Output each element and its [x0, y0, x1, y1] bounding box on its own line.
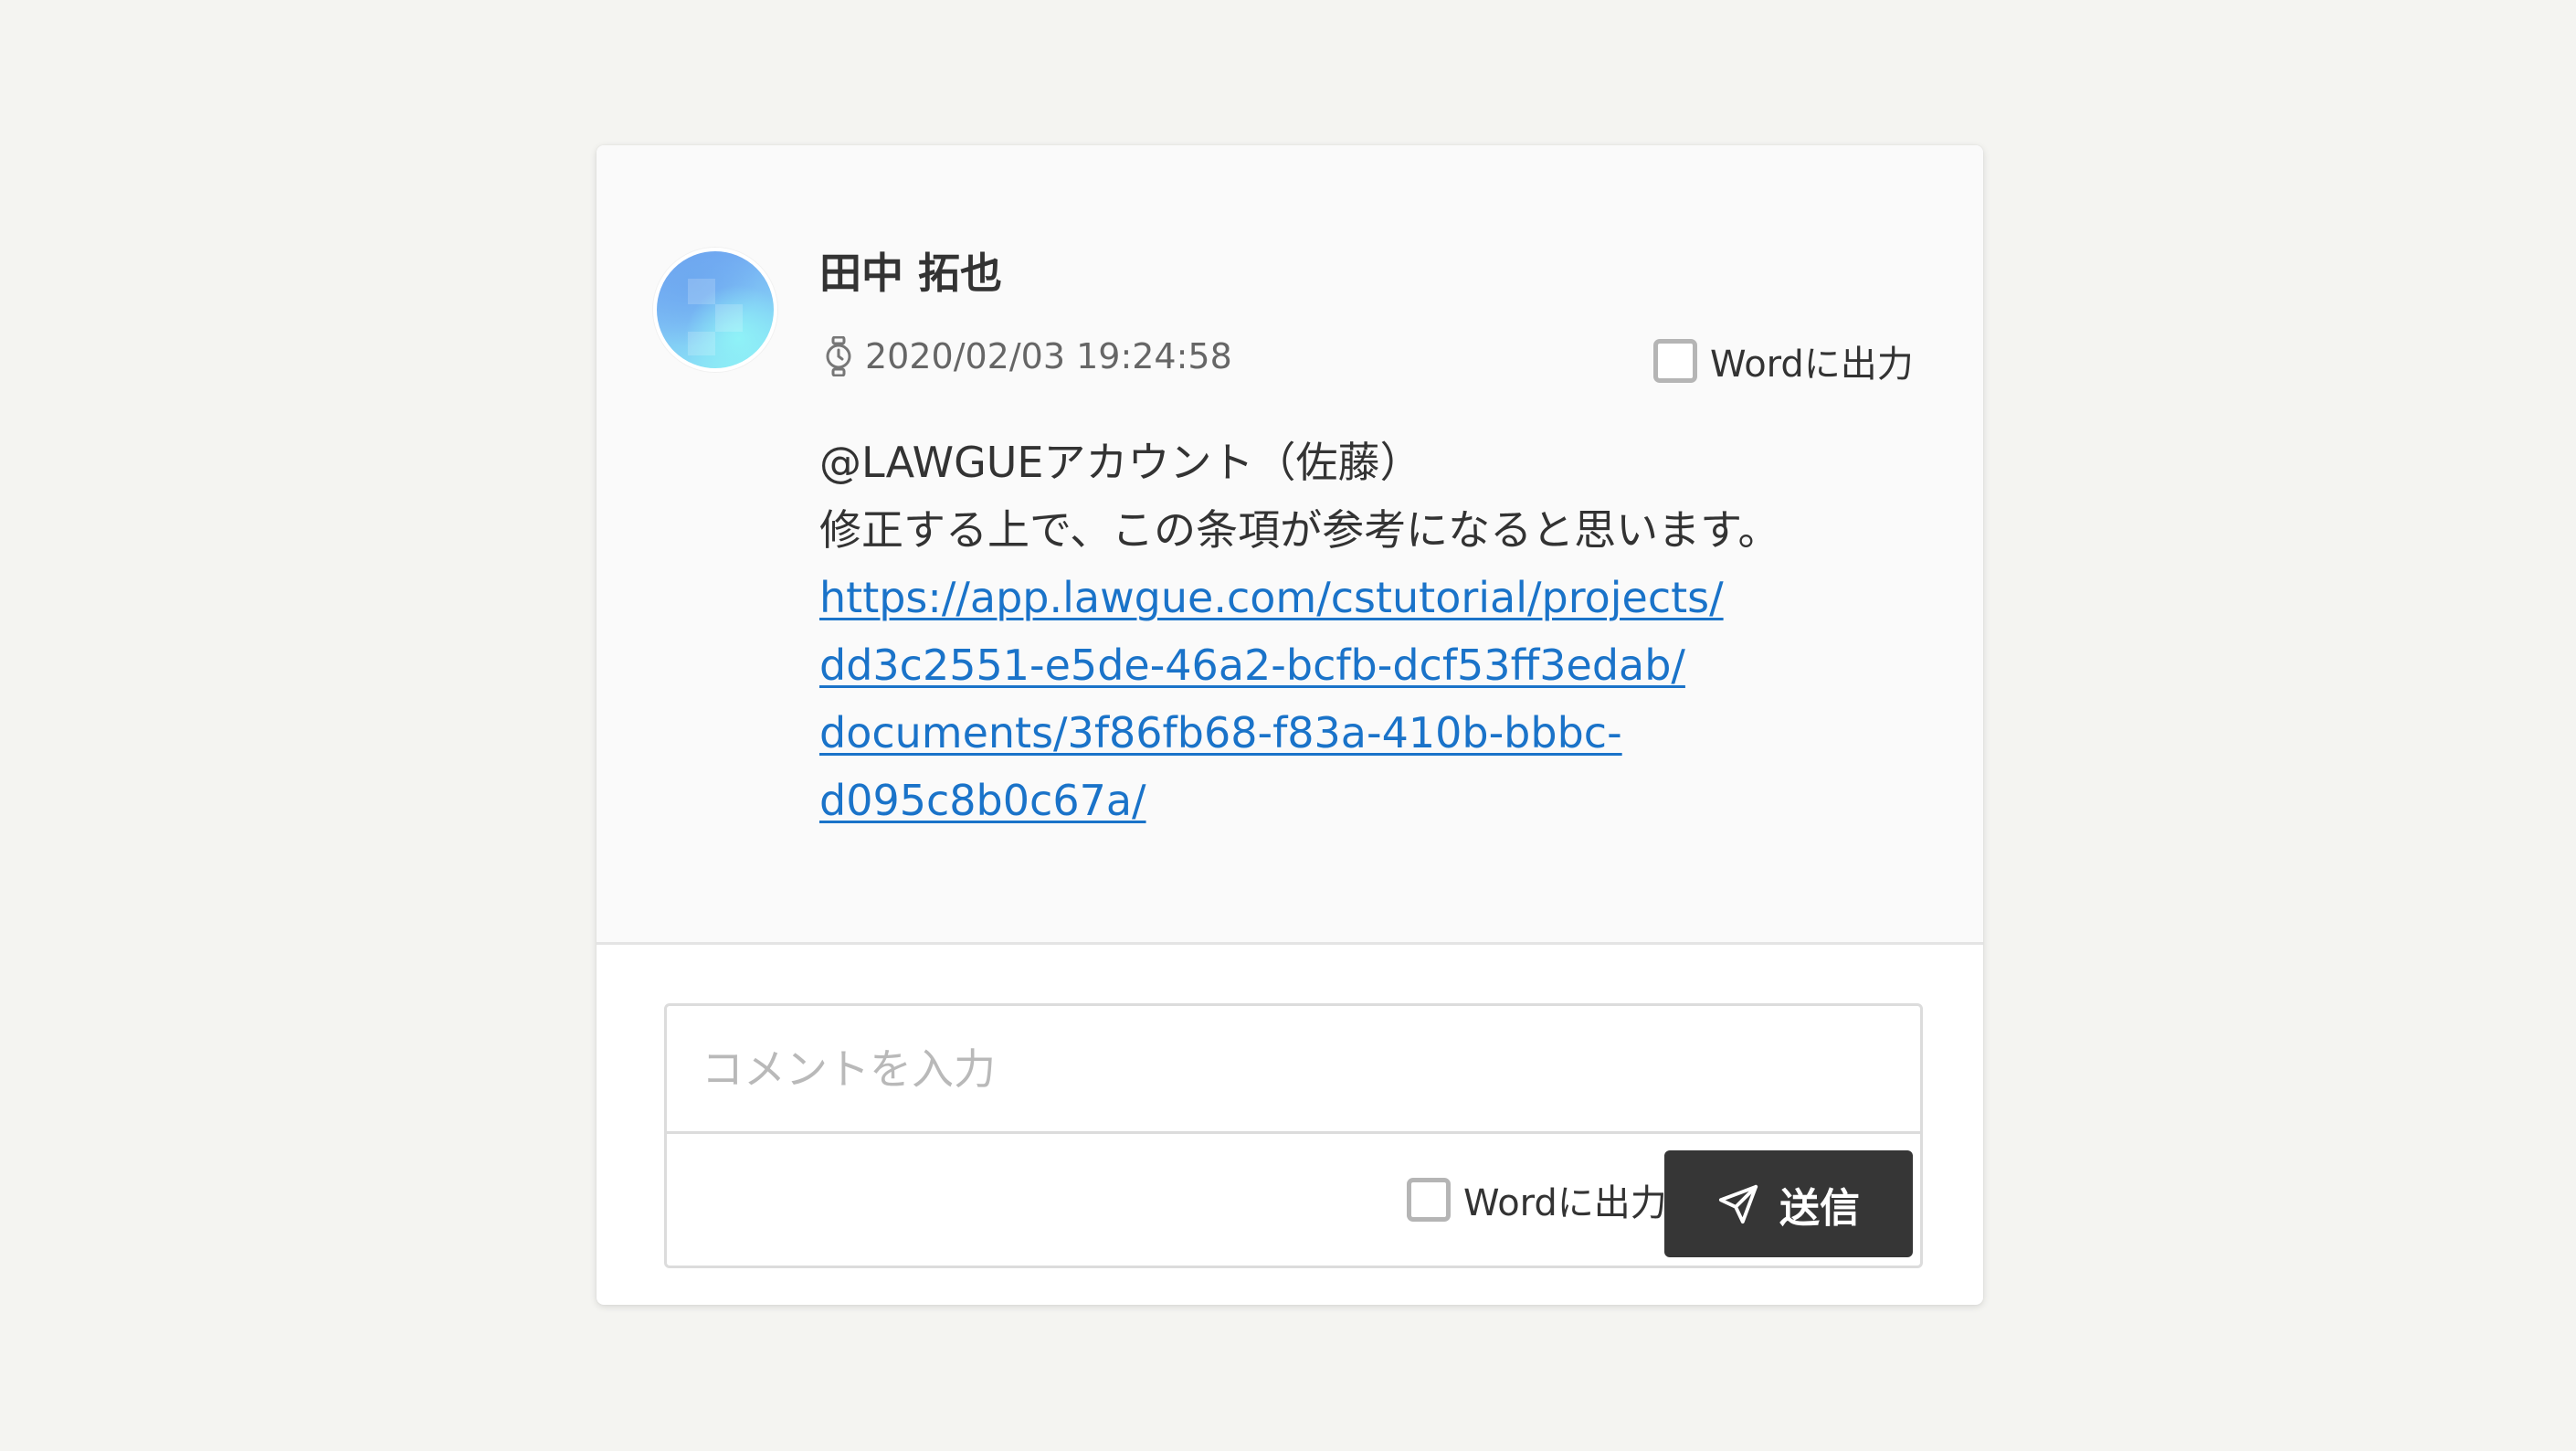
- send-label: 送信: [1779, 1184, 1860, 1232]
- comment-card: 田中 拓也 2020/02/03 19:24:58 Wordに出力 @LAWGU…: [596, 145, 1983, 1305]
- link-line: d095c8b0c67a/: [819, 767, 1916, 834]
- comment-word-export[interactable]: Wordに出力: [1653, 334, 1914, 387]
- composer-word-export-label: Wordに出力: [1463, 1182, 1667, 1224]
- watch-icon: [826, 336, 851, 376]
- comment-item: 田中 拓也 2020/02/03 19:24:58 Wordに出力 @LAWGU…: [596, 145, 1983, 945]
- comment-link-part[interactable]: documents/3f86fb68-f83a-410b-bbbc-: [819, 708, 1622, 757]
- comment-body: @LAWGUEアカウント（佐藤） 修正する上で、この条項が参考になると思います。…: [819, 429, 1916, 834]
- composer-word-export[interactable]: Wordに出力: [1407, 1173, 1667, 1226]
- link-line: documents/3f86fb68-f83a-410b-bbbc-: [819, 699, 1916, 767]
- comment-input[interactable]: [667, 1006, 1920, 1134]
- comment-author: 田中 拓也: [819, 249, 1003, 298]
- paper-plane-icon: [1718, 1184, 1758, 1223]
- comment-timestamp: 2020/02/03 19:24:58: [825, 334, 1232, 379]
- comment-link-part[interactable]: https://app.lawgue.com/cstutorial/projec…: [819, 573, 1724, 622]
- word-export-label: Wordに出力: [1710, 344, 1914, 386]
- comment-composer: Wordに出力 送信: [664, 1003, 1923, 1268]
- comment-link-part[interactable]: dd3c2551-e5de-46a2-bcfb-dcf53ff3edab/: [819, 641, 1685, 690]
- send-button[interactable]: 送信: [1664, 1150, 1913, 1257]
- message-line: 修正する上で、この条項が参考になると思います。: [819, 505, 1780, 555]
- word-export-checkbox[interactable]: [1653, 339, 1697, 383]
- link-line: dd3c2551-e5de-46a2-bcfb-dcf53ff3edab/: [819, 631, 1916, 699]
- timestamp-text: 2020/02/03 19:24:58: [865, 336, 1232, 376]
- composer-word-export-checkbox[interactable]: [1407, 1178, 1451, 1222]
- comment-link-part[interactable]: d095c8b0c67a/: [819, 776, 1146, 825]
- mention-line: @LAWGUEアカウント（佐藤）: [819, 438, 1422, 487]
- avatar: [653, 248, 777, 372]
- link-line: https://app.lawgue.com/cstutorial/projec…: [819, 564, 1916, 631]
